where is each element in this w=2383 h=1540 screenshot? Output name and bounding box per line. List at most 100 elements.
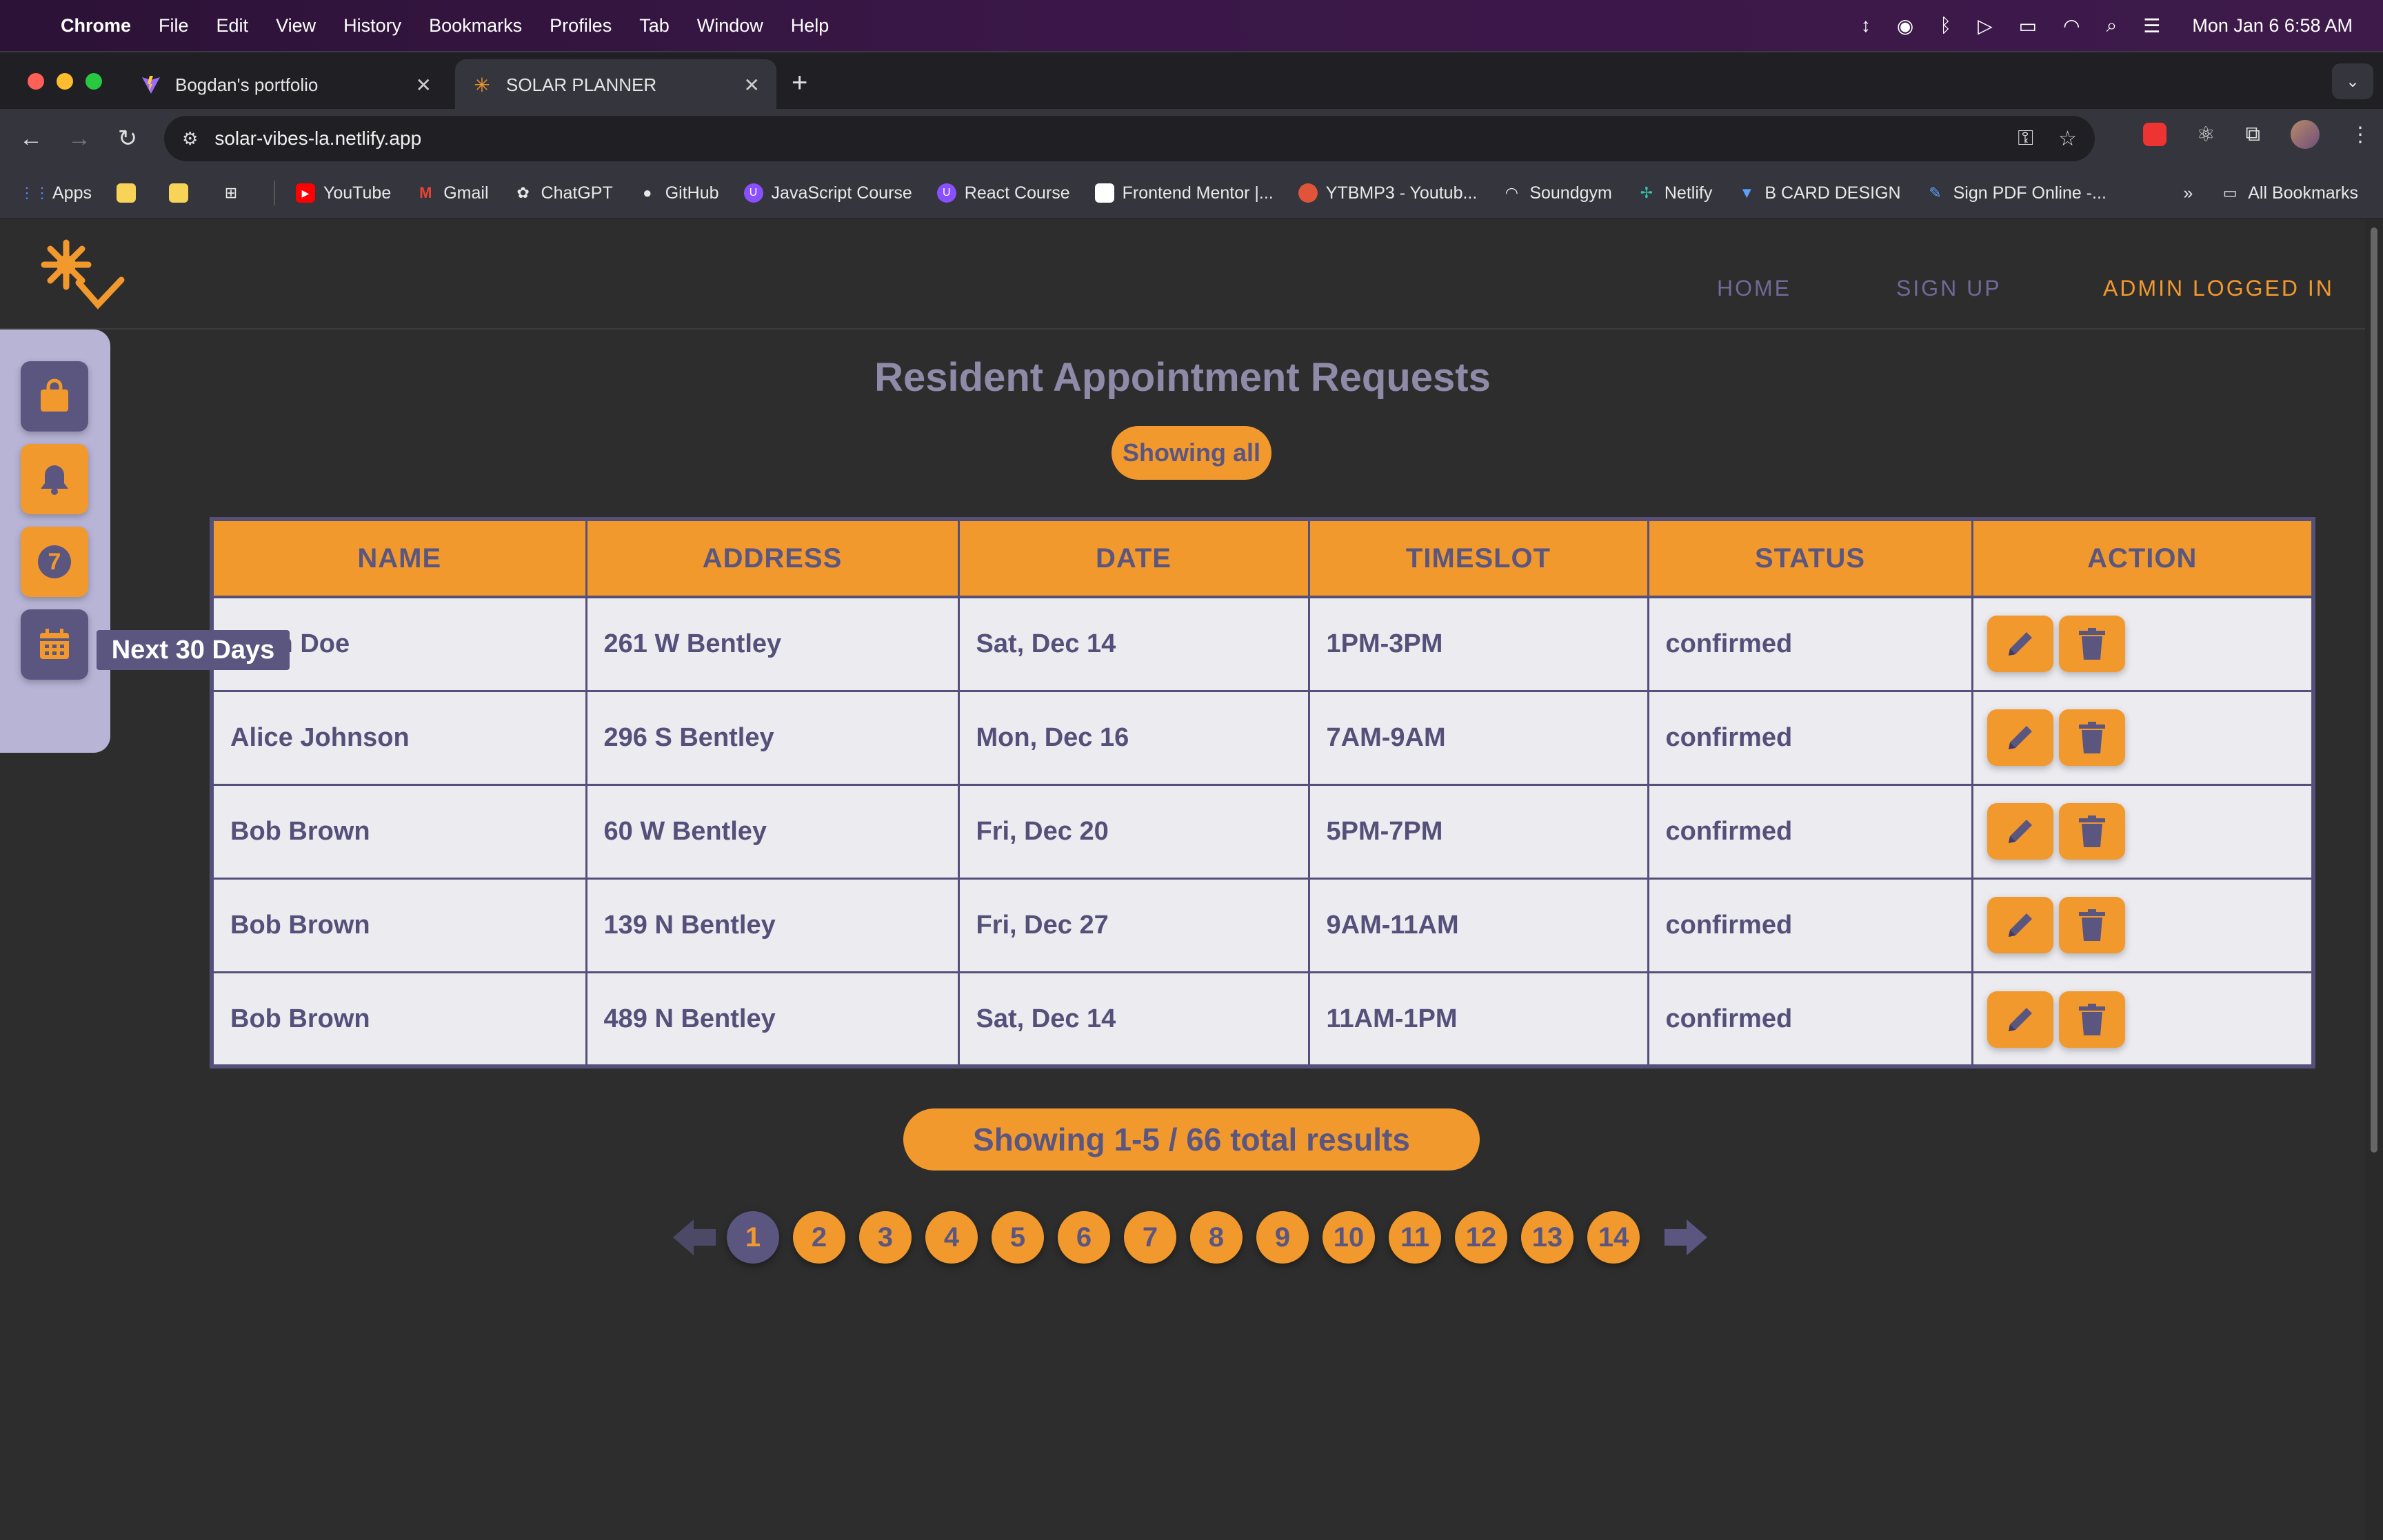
next-30-days-button[interactable] <box>21 609 88 680</box>
nav-sign-up[interactable]: SIGN UP <box>1896 276 2002 301</box>
wifi-icon[interactable]: ◠ <box>2063 14 2080 37</box>
edit-button[interactable] <box>1987 709 2053 766</box>
page-number-button[interactable]: 3 <box>859 1211 912 1264</box>
menu-file[interactable]: File <box>159 15 189 37</box>
bookmark-folder-yellow-1[interactable] <box>116 183 144 203</box>
notifications-button[interactable] <box>21 444 88 514</box>
site-info-icon[interactable]: ⚙ <box>182 128 198 150</box>
bookmark-ytbmp3[interactable]: YTBMP3 - Youtub... <box>1298 183 1477 203</box>
page-number-button[interactable]: 14 <box>1587 1211 1640 1264</box>
battery-icon[interactable]: ▭ <box>2019 14 2037 37</box>
menu-view[interactable]: View <box>276 15 316 37</box>
bookmark-folder-yellow-2[interactable] <box>168 183 197 203</box>
more-bookmarks-icon[interactable]: » <box>2183 183 2193 203</box>
all-requests-button[interactable] <box>21 361 88 432</box>
spotlight-search-icon[interactable]: ⌕ <box>2107 14 2118 37</box>
close-window-button[interactable] <box>28 73 44 90</box>
header-address[interactable]: ADDRESS <box>586 521 960 598</box>
menu-profiles[interactable]: Profiles <box>550 15 612 37</box>
nav-home[interactable]: HOME <box>1717 276 1791 301</box>
bookmark-sign-pdf[interactable]: ✎ Sign PDF Online -... <box>1926 183 2107 203</box>
zoom-window-button[interactable] <box>86 73 102 90</box>
edit-button[interactable] <box>1987 803 2053 860</box>
page-number-button[interactable]: 6 <box>1058 1211 1110 1264</box>
menu-clock[interactable]: Mon Jan 6 6:58 AM <box>2192 15 2353 37</box>
header-status[interactable]: STATUS <box>1648 521 1973 598</box>
menu-bookmarks[interactable]: Bookmarks <box>429 15 522 37</box>
reload-icon[interactable]: ↻ <box>103 125 152 152</box>
menu-edit[interactable]: Edit <box>217 15 249 37</box>
all-bookmarks[interactable]: ▭ All Bookmarks <box>2220 183 2358 203</box>
page-number-button[interactable]: 13 <box>1521 1211 1573 1264</box>
delete-button[interactable] <box>2058 709 2125 766</box>
filter-showing-all-button[interactable]: Showing all <box>1112 426 1271 480</box>
menu-window[interactable]: Window <box>697 15 763 37</box>
close-tab-icon[interactable]: ✕ <box>416 74 432 97</box>
chrome-menu-icon[interactable]: ⋮ <box>2350 123 2371 147</box>
scrollbar-thumb[interactable] <box>2371 227 2377 1153</box>
bookmark-javascript-course[interactable]: U JavaScript Course <box>743 183 912 203</box>
extension-red-icon[interactable] <box>2142 123 2166 146</box>
minimize-window-button[interactable] <box>57 73 73 90</box>
password-key-icon[interactable]: ⚿ <box>2018 127 2033 150</box>
solar-logo-icon[interactable] <box>39 237 127 313</box>
bookmark-netlify[interactable]: ✢ Netlify <box>1637 183 1713 203</box>
profile-avatar[interactable] <box>2291 120 2320 149</box>
page-number-button[interactable]: 8 <box>1190 1211 1243 1264</box>
edit-button[interactable] <box>1987 897 2053 953</box>
page-number-button[interactable]: 10 <box>1323 1211 1375 1264</box>
page-number-button[interactable]: 2 <box>793 1211 845 1264</box>
bookmark-b-card-design[interactable]: ▼ B CARD DESIGN <box>1737 183 1900 203</box>
page-scrollbar[interactable] <box>2365 219 2383 1540</box>
page-number-button[interactable]: 11 <box>1389 1211 1441 1264</box>
edit-button[interactable] <box>1987 991 2053 1048</box>
back-arrow-icon[interactable]: ← <box>7 125 55 152</box>
tab-bogdans-portfolio[interactable]: Bogdan's portfolio ✕ <box>124 59 448 110</box>
page-number-button[interactable]: 12 <box>1455 1211 1507 1264</box>
control-center-icon[interactable]: ☰ <box>2143 14 2160 37</box>
extensions-puzzle-icon[interactable]: ⧉ <box>2246 123 2260 146</box>
play-icon[interactable]: ▷ <box>1978 14 1993 37</box>
page-number-button[interactable]: 7 <box>1124 1211 1176 1264</box>
bookmark-react-course[interactable]: U React Course <box>936 183 1070 203</box>
nav-admin-logged-in[interactable]: ADMIN LOGGED IN <box>2103 276 2334 301</box>
tab-search-button[interactable]: ⌄ <box>2332 63 2373 99</box>
new-tab-button[interactable]: + <box>792 68 807 99</box>
bookmark-gmail[interactable]: M Gmail <box>416 183 488 203</box>
header-timeslot[interactable]: TIMESLOT <box>1309 521 1649 598</box>
page-number-button[interactable]: 5 <box>992 1211 1044 1264</box>
bookmark-star-icon[interactable]: ☆ <box>2058 127 2077 151</box>
next-7-days-button[interactable]: 7 <box>21 527 88 597</box>
react-devtools-icon[interactable]: ⚛ <box>2197 123 2215 147</box>
page-number-button[interactable]: 4 <box>925 1211 978 1264</box>
delete-button[interactable] <box>2058 897 2125 953</box>
prev-page-arrow-icon[interactable] <box>667 1213 721 1262</box>
bookmark-apps[interactable]: ⋮⋮ Apps <box>19 183 92 203</box>
url-text[interactable]: solar-vibes-la.netlify.app <box>214 128 1993 150</box>
menu-help[interactable]: Help <box>791 15 829 37</box>
menu-app-name[interactable]: Chrome <box>61 15 131 37</box>
tab-solar-planner[interactable]: ✳ SOLAR PLANNER ✕ <box>455 59 776 110</box>
page-number-button[interactable]: 9 <box>1256 1211 1309 1264</box>
delete-button[interactable] <box>2058 991 2125 1048</box>
header-date[interactable]: DATE <box>958 521 1310 598</box>
close-tab-icon[interactable]: ✕ <box>744 74 760 97</box>
usb-icon[interactable]: ↕ <box>1861 14 1871 37</box>
edit-button[interactable] <box>1987 616 2053 673</box>
menu-tab[interactable]: Tab <box>639 15 670 37</box>
header-name[interactable]: NAME <box>214 521 587 598</box>
next-page-arrow-icon[interactable] <box>1659 1213 1713 1262</box>
delete-button[interactable] <box>2058 803 2125 860</box>
bookmark-soundgym[interactable]: ◠ Soundgym <box>1502 183 1612 203</box>
record-icon[interactable]: ◉ <box>1897 14 1913 37</box>
bookmark-youtube[interactable]: ▶ YouTube <box>295 183 391 203</box>
page-number-button[interactable]: 1 <box>727 1211 779 1264</box>
bookmark-grid[interactable]: ⊞ <box>221 183 249 203</box>
delete-button[interactable] <box>2058 616 2125 673</box>
bookmark-frontend-mentor[interactable]: Frontend Mentor |... <box>1094 183 1274 203</box>
forward-arrow-icon[interactable]: → <box>55 125 103 152</box>
bookmark-github[interactable]: ● GitHub <box>638 183 718 203</box>
menu-history[interactable]: History <box>343 15 401 37</box>
bluetooth-icon[interactable]: ᛒ <box>1940 14 1951 37</box>
bookmark-chatgpt[interactable]: ✿ ChatGPT <box>514 183 612 203</box>
